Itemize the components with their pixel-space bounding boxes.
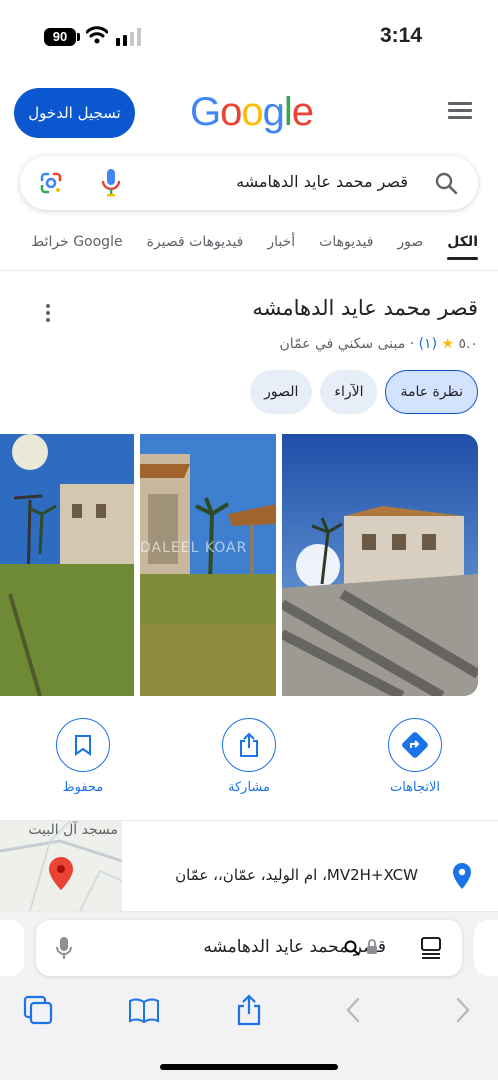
place-subtitle: ٥.٠ ★ (١) · مبنى سكني في عمّان xyxy=(279,336,479,352)
map-place-label: مسجد آل البيت xyxy=(28,822,118,838)
google-logo[interactable]: Google xyxy=(190,90,314,135)
photo-watermark: DALEEL KOAR xyxy=(140,540,248,556)
page-menu-icon[interactable] xyxy=(420,936,442,960)
tabs-icon[interactable] xyxy=(22,994,54,1026)
login-button[interactable]: تسجيل الدخول xyxy=(14,88,135,138)
battery-indicator: 90 xyxy=(44,28,76,46)
browser-mic-icon[interactable] xyxy=(56,936,72,960)
map-pin-icon xyxy=(49,857,73,890)
chip-photos[interactable]: الصور xyxy=(250,370,313,414)
directions-label: الاتجاهات xyxy=(389,780,441,795)
place-category: مبنى سكني في عمّان xyxy=(279,336,406,352)
directions-icon-circle xyxy=(388,718,442,772)
wifi-icon xyxy=(86,26,108,44)
share-icon xyxy=(240,732,258,757)
saved-button[interactable]: محفوظ xyxy=(28,718,138,795)
forward-arrow-icon[interactable] xyxy=(446,994,478,1026)
place-photo-3[interactable] xyxy=(0,434,134,696)
place-chips: نظرة عامة الآراء الصور xyxy=(250,370,478,414)
google-lens-icon[interactable] xyxy=(38,170,64,196)
back-arrow-icon[interactable] xyxy=(338,994,370,1026)
previous-tab-pill[interactable] xyxy=(0,920,24,976)
chip-overview[interactable]: نظرة عامة xyxy=(385,370,478,414)
search-icon[interactable] xyxy=(434,171,458,195)
place-photo-2[interactable] xyxy=(140,434,276,696)
share-icon-circle xyxy=(222,718,276,772)
saved-label: محفوظ xyxy=(62,780,104,795)
more-options-icon[interactable] xyxy=(44,304,52,325)
tab-maps-label: خرائط xyxy=(31,234,69,250)
hamburger-menu-icon[interactable] xyxy=(448,102,472,122)
bookmarks-icon[interactable] xyxy=(128,994,160,1026)
star-icon: ★ xyxy=(441,336,455,352)
tab-news[interactable]: أخبار xyxy=(267,234,295,250)
place-photo-1[interactable] xyxy=(282,434,478,696)
search-query[interactable]: قصر محمد عايد الدهامشه xyxy=(236,172,408,191)
tab-maps[interactable]: خرائط Google xyxy=(31,234,122,250)
share-button[interactable]: مشاركة xyxy=(194,718,304,795)
tab-images[interactable]: صور xyxy=(397,234,423,250)
rating-value: ٥.٠ xyxy=(458,336,479,352)
place-title: قصر محمد عايد الدهامشه xyxy=(252,296,478,320)
search-tabs: الكل صور فيديوهات أخبار فيديوهات قصيرة خ… xyxy=(31,234,478,260)
signal-icon xyxy=(116,28,141,46)
bookmark-icon-circle xyxy=(56,718,110,772)
tab-short-videos[interactable]: فيديوهات قصيرة xyxy=(147,234,244,250)
home-indicator xyxy=(160,1064,338,1070)
directions-button[interactable]: الاتجاهات xyxy=(360,718,470,795)
browser-share-icon[interactable] xyxy=(233,994,265,1026)
chip-reviews[interactable]: الآراء xyxy=(320,370,378,414)
address-text: MV2H+XCW، ام الوليد، عمّان،، عمّان xyxy=(175,866,418,884)
next-tab-pill[interactable] xyxy=(474,920,498,976)
tab-maps-suffix: Google xyxy=(73,234,123,250)
directions-icon xyxy=(402,732,428,758)
battery-tip xyxy=(77,33,80,41)
tab-videos[interactable]: فيديوهات xyxy=(319,234,373,250)
reviews-count[interactable]: (١) xyxy=(419,336,437,352)
voice-search-icon[interactable] xyxy=(101,168,121,198)
lock-icon xyxy=(367,939,377,954)
share-label: مشاركة xyxy=(228,780,270,795)
tab-all[interactable]: الكل xyxy=(447,234,478,260)
search-small-icon xyxy=(344,940,360,956)
tabs-divider xyxy=(0,270,498,271)
status-time: 3:14 xyxy=(380,24,423,47)
bookmark-icon xyxy=(75,735,91,756)
location-icon xyxy=(453,863,471,889)
